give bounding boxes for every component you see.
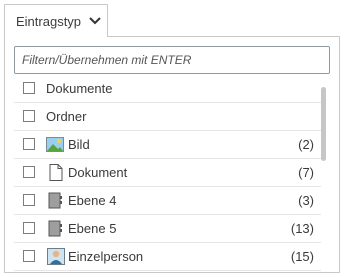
scrollbar-thumb[interactable]: [321, 87, 326, 161]
list-item-dokumente[interactable]: Dokumente: [14, 75, 321, 103]
item-label: Ebene 5: [68, 221, 117, 236]
list-item-ordner[interactable]: Ordner: [14, 103, 321, 131]
tab-eintragstyp[interactable]: Eintragstyp: [4, 4, 108, 37]
item-label: Ebene 4: [68, 193, 117, 208]
checkbox[interactable]: [23, 82, 35, 94]
image-icon: [46, 137, 64, 152]
item-label: Bild: [68, 137, 90, 152]
checkbox[interactable]: [23, 166, 35, 178]
list-item-dokument[interactable]: Dokument (7): [14, 159, 321, 187]
checkbox[interactable]: [23, 138, 35, 150]
person-icon: [47, 248, 65, 265]
list-item-einzelperson[interactable]: Einzelperson (15): [14, 243, 321, 271]
checkbox[interactable]: [23, 222, 35, 234]
list-item-ebene-4[interactable]: Ebene 4 (3): [14, 187, 321, 215]
filter-panel: Dokumente Ordner Bild (2) Dokument (7): [4, 36, 340, 273]
document-icon: [49, 164, 63, 181]
folder-level-icon: [48, 192, 62, 209]
checkbox[interactable]: [23, 250, 35, 262]
item-count: (3): [298, 193, 314, 208]
item-label: Dokumente: [46, 81, 113, 96]
chevron-down-icon[interactable]: [88, 16, 102, 26]
checkbox[interactable]: [23, 110, 35, 122]
tab-label: Eintragstyp: [16, 14, 82, 29]
item-label: Einzelperson: [68, 249, 144, 264]
item-count: (13): [290, 221, 314, 236]
item-count: (15): [290, 249, 314, 264]
item-count: (7): [298, 165, 314, 180]
list-item-ebene-5[interactable]: Ebene 5 (13): [14, 215, 321, 243]
checkbox[interactable]: [23, 194, 35, 206]
item-label: Ordner: [46, 109, 87, 124]
list-item-bild[interactable]: Bild (2): [14, 131, 321, 159]
filter-input[interactable]: [14, 46, 330, 74]
folder-level-icon: [48, 220, 62, 237]
item-count: (2): [298, 137, 314, 152]
item-label: Dokument: [68, 165, 128, 180]
